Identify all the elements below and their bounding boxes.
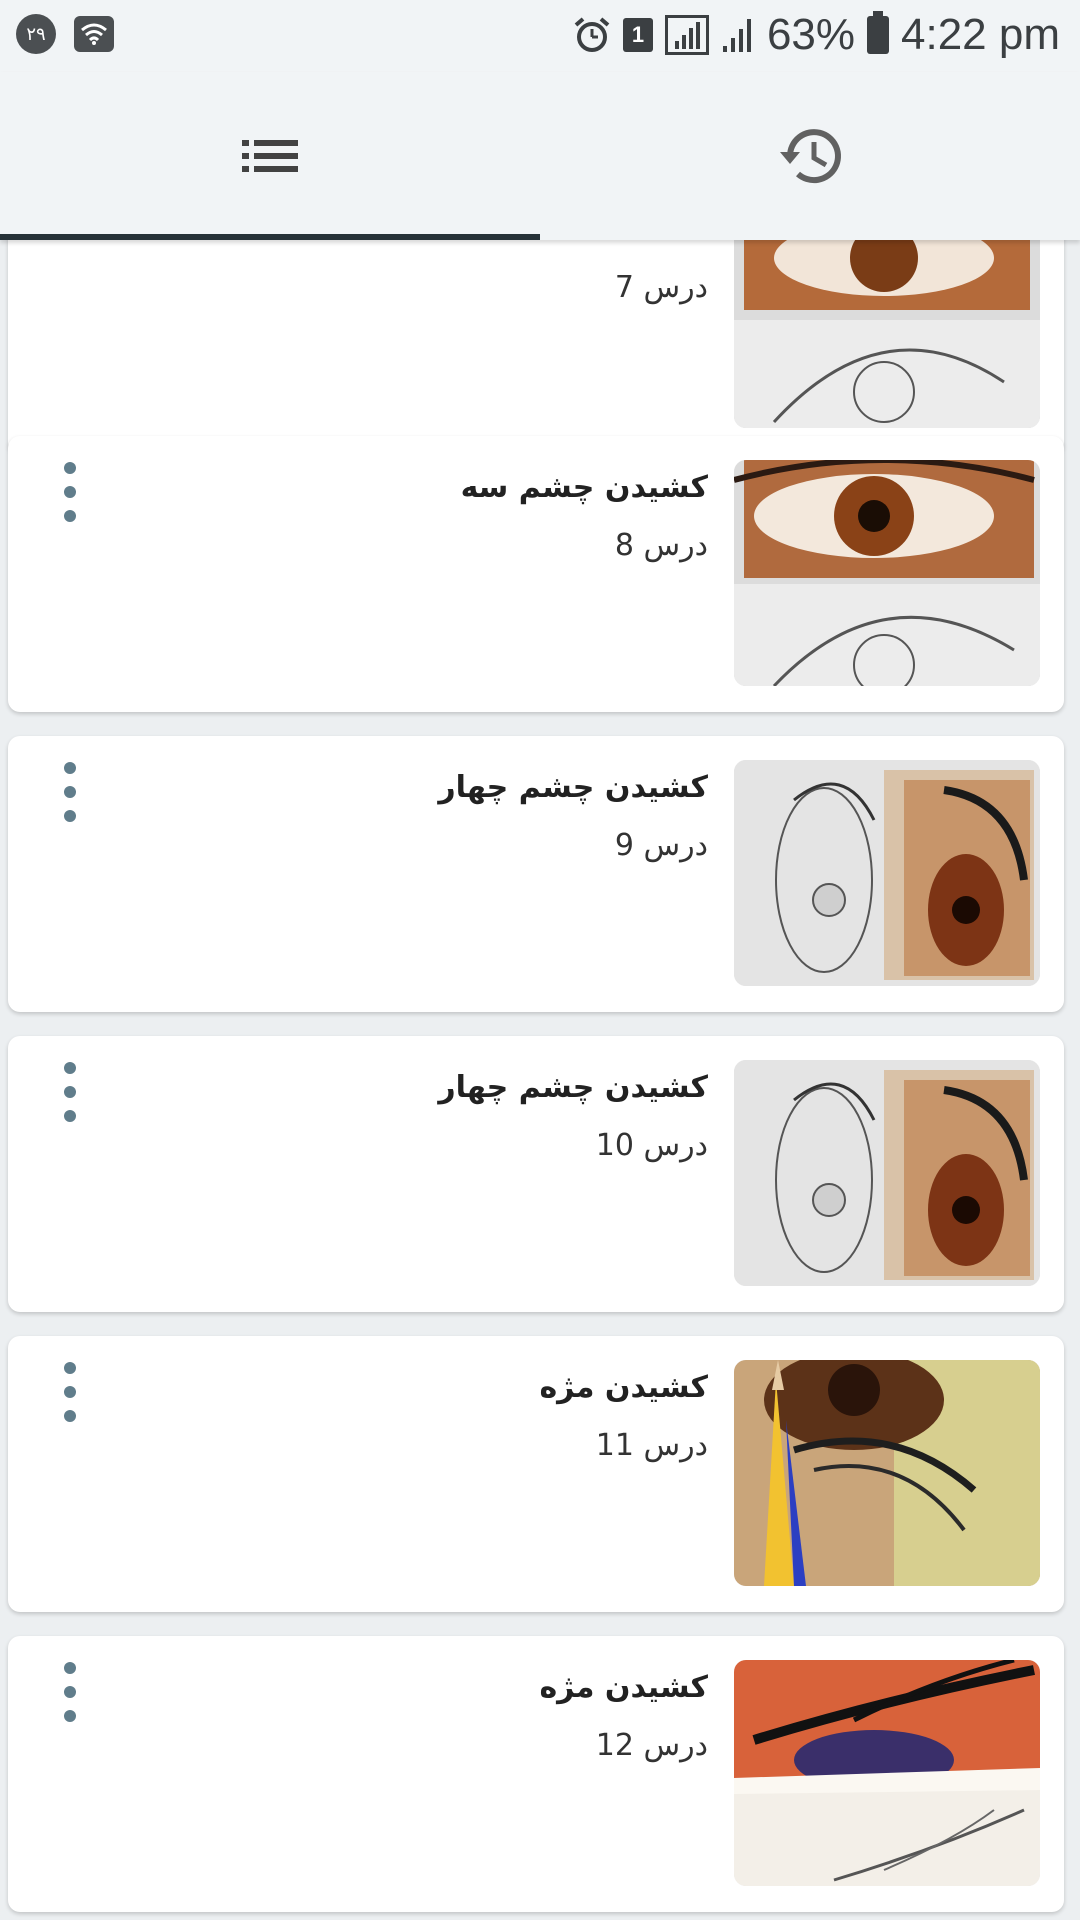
more-options-button[interactable] (48, 1362, 92, 1422)
battery-percent: 63% (766, 10, 856, 59)
lesson-number: درس 9 (614, 828, 708, 863)
wifi-icon (74, 16, 114, 52)
more-options-button[interactable] (48, 762, 92, 822)
lesson-title: کشیدن چشم چهار (438, 770, 708, 805)
lesson-card[interactable]: کشیدن چشم چهار درس 10 (8, 1036, 1064, 1312)
lesson-card[interactable]: کشیدن چشم سه درس 8 (8, 436, 1064, 712)
active-tab-indicator (0, 234, 540, 240)
lesson-thumbnail (734, 760, 1040, 986)
list-icon (242, 140, 298, 172)
tab-bar (0, 72, 1080, 240)
lesson-thumbnail (734, 460, 1040, 686)
lesson-title: کشیدن مژه (539, 1670, 708, 1705)
battery-icon (867, 11, 890, 54)
signal-strength-icon (722, 19, 751, 52)
notification-count-badge: ۲۹ (16, 14, 56, 54)
history-icon (780, 129, 841, 184)
lesson-number: درس 8 (614, 528, 708, 563)
lesson-thumbnail (734, 1660, 1040, 1886)
status-bar: ۲۹ 1 63% 4:22 pm (0, 0, 1080, 72)
lesson-list: درس 7 کشیدن چشم سه درس 8 کشیدن چشم چهار … (0, 240, 1080, 1920)
lesson-title: کشیدن مژه (539, 1370, 708, 1405)
more-options-button[interactable] (48, 462, 92, 522)
lesson-title: کشیدن چشم سه (460, 470, 708, 505)
sim-slot-icon: 1 (622, 18, 653, 52)
lesson-number: درس 10 (595, 1128, 708, 1163)
clock-time: 4:22 pm (901, 10, 1060, 59)
alarm-icon (574, 17, 610, 52)
signal-icon (664, 15, 709, 55)
lesson-card[interactable]: درس 7 (8, 240, 1064, 454)
lesson-thumbnail (734, 1360, 1040, 1586)
lesson-card[interactable]: کشیدن مژه درس 11 (8, 1336, 1064, 1612)
lesson-title: کشیدن چشم چهار (438, 1070, 708, 1105)
lesson-number: درس 11 (595, 1428, 708, 1463)
more-options-button[interactable] (48, 1062, 92, 1122)
tab-list[interactable] (0, 72, 540, 240)
lesson-card[interactable]: کشیدن چشم چهار درس 9 (8, 736, 1064, 1012)
more-options-button[interactable] (48, 1662, 92, 1722)
lesson-number: درس 7 (614, 270, 708, 305)
lesson-number: درس 12 (595, 1728, 708, 1763)
lesson-thumbnail (734, 240, 1040, 428)
lesson-card[interactable]: کشیدن مژه درس 12 (8, 1636, 1064, 1912)
tab-history[interactable] (540, 72, 1080, 240)
lesson-thumbnail (734, 1060, 1040, 1286)
